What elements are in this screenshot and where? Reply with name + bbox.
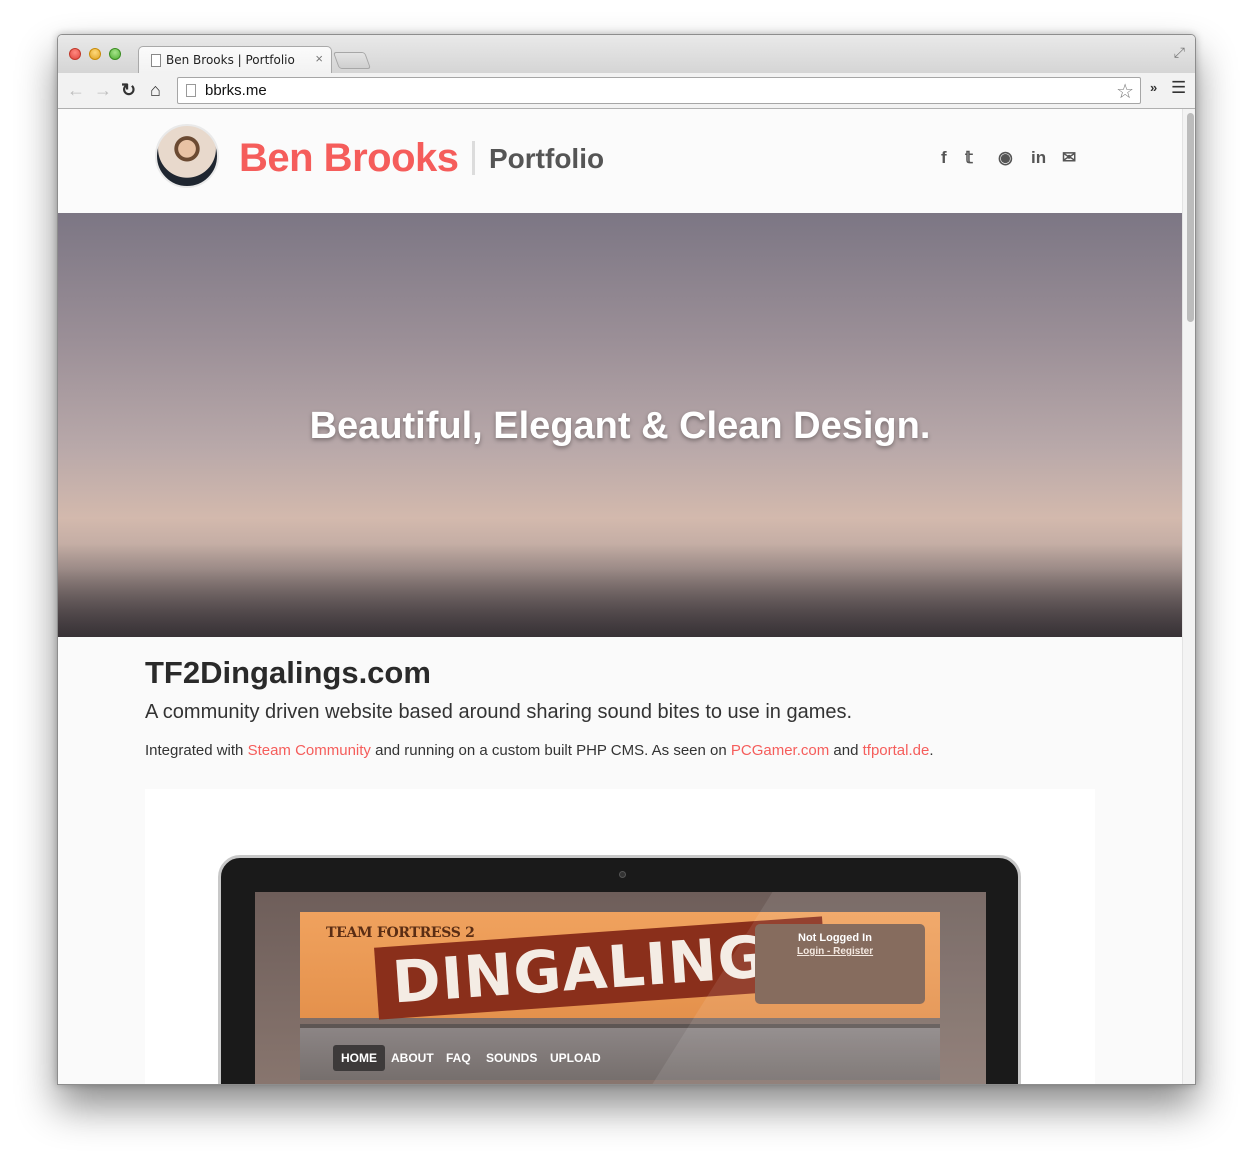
home-icon[interactable]: ⌂ — [150, 80, 161, 100]
maximize-window-button[interactable] — [109, 48, 121, 60]
mockup-nav-upload: UPLOAD — [550, 1051, 601, 1065]
browser-tab[interactable]: Ben Brooks | Portfolio × — [138, 46, 332, 73]
page-viewport: Ben Brooks Portfolio f 𝕥 ◉ in ✉ Beautifu… — [58, 109, 1182, 1084]
title-bar: Ben Brooks | Portfolio × ⤢ — [58, 35, 1195, 73]
browser-toolbar: ← → ↻ ⌂ bbrks.me ☆ » ☰ — [58, 73, 1195, 109]
meta-text: and running on a custom built PHP CMS. A… — [370, 742, 731, 759]
pcgamer-link[interactable]: PCGamer.com — [731, 742, 829, 759]
project-showcase: TEAM FORTRESS 2 DINGALINGS Not Logged In… — [145, 789, 1095, 1084]
scrollbar[interactable] — [1182, 109, 1195, 1084]
facebook-icon[interactable]: f — [941, 148, 947, 168]
mockup-nav-faq: FAQ — [446, 1051, 471, 1065]
scrollbar-thumb[interactable] — [1187, 113, 1194, 322]
steam-community-link[interactable]: Steam Community — [248, 742, 371, 759]
address-bar[interactable]: bbrks.me ☆ — [177, 77, 1141, 104]
project-meta: Integrated with Steam Community and runn… — [145, 742, 934, 759]
extensions-chevron-icon[interactable]: » — [1150, 80, 1157, 95]
reload-icon[interactable]: ↻ — [121, 80, 136, 100]
project-description: A community driven website based around … — [145, 701, 853, 723]
mail-icon[interactable]: ✉ — [1062, 148, 1076, 168]
bookmark-star-icon[interactable]: ☆ — [1116, 79, 1134, 104]
browser-window: Ben Brooks | Portfolio × ⤢ ← → ↻ ⌂ bbrks… — [57, 34, 1196, 1085]
hero-banner: Beautiful, Elegant & Clean Design. — [58, 213, 1182, 637]
tf2-label: TEAM FORTRESS 2 — [326, 925, 475, 941]
forward-arrow-icon[interactable]: → — [94, 80, 112, 100]
page-icon — [186, 84, 196, 97]
mockup-nav-home: HOME — [333, 1045, 385, 1071]
brand-divider — [472, 141, 475, 175]
new-tab-button[interactable] — [332, 52, 372, 69]
laptop-mockup: TEAM FORTRESS 2 DINGALINGS Not Logged In… — [218, 855, 1021, 1084]
mockup-nav-about: ABOUT — [391, 1051, 434, 1065]
github-icon[interactable]: ◉ — [998, 148, 1013, 168]
close-window-button[interactable] — [69, 48, 81, 60]
tfportal-link[interactable]: tfportal.de — [863, 742, 930, 759]
meta-text: . — [929, 742, 934, 759]
menu-icon[interactable]: ☰ — [1171, 78, 1186, 98]
page-icon — [151, 54, 161, 67]
camera-icon — [619, 871, 626, 878]
meta-text: and — [829, 742, 863, 759]
fullscreen-icon[interactable]: ⤢ — [1174, 44, 1185, 61]
project-title: TF2Dingalings.com — [145, 655, 431, 690]
site-header: Ben Brooks Portfolio f 𝕥 ◉ in ✉ — [58, 109, 1182, 213]
url-text[interactable]: bbrks.me — [205, 82, 267, 99]
twitter-icon[interactable]: 𝕥 — [965, 148, 973, 168]
laptop-screen: TEAM FORTRESS 2 DINGALINGS Not Logged In… — [255, 892, 986, 1084]
mockup-nav-sounds: SOUNDS — [486, 1051, 538, 1065]
tab-title: Ben Brooks | Portfolio — [166, 53, 295, 67]
avatar — [155, 124, 219, 188]
tab-close-icon[interactable]: × — [315, 51, 323, 66]
back-arrow-icon[interactable]: ← — [67, 80, 85, 100]
site-subtitle: Portfolio — [489, 143, 605, 174]
minimize-window-button[interactable] — [89, 48, 101, 60]
hero-headline: Beautiful, Elegant & Clean Design. — [309, 405, 931, 447]
meta-text: Integrated with — [145, 742, 248, 759]
site-name[interactable]: Ben Brooks — [239, 136, 459, 181]
linkedin-icon[interactable]: in — [1031, 148, 1046, 168]
